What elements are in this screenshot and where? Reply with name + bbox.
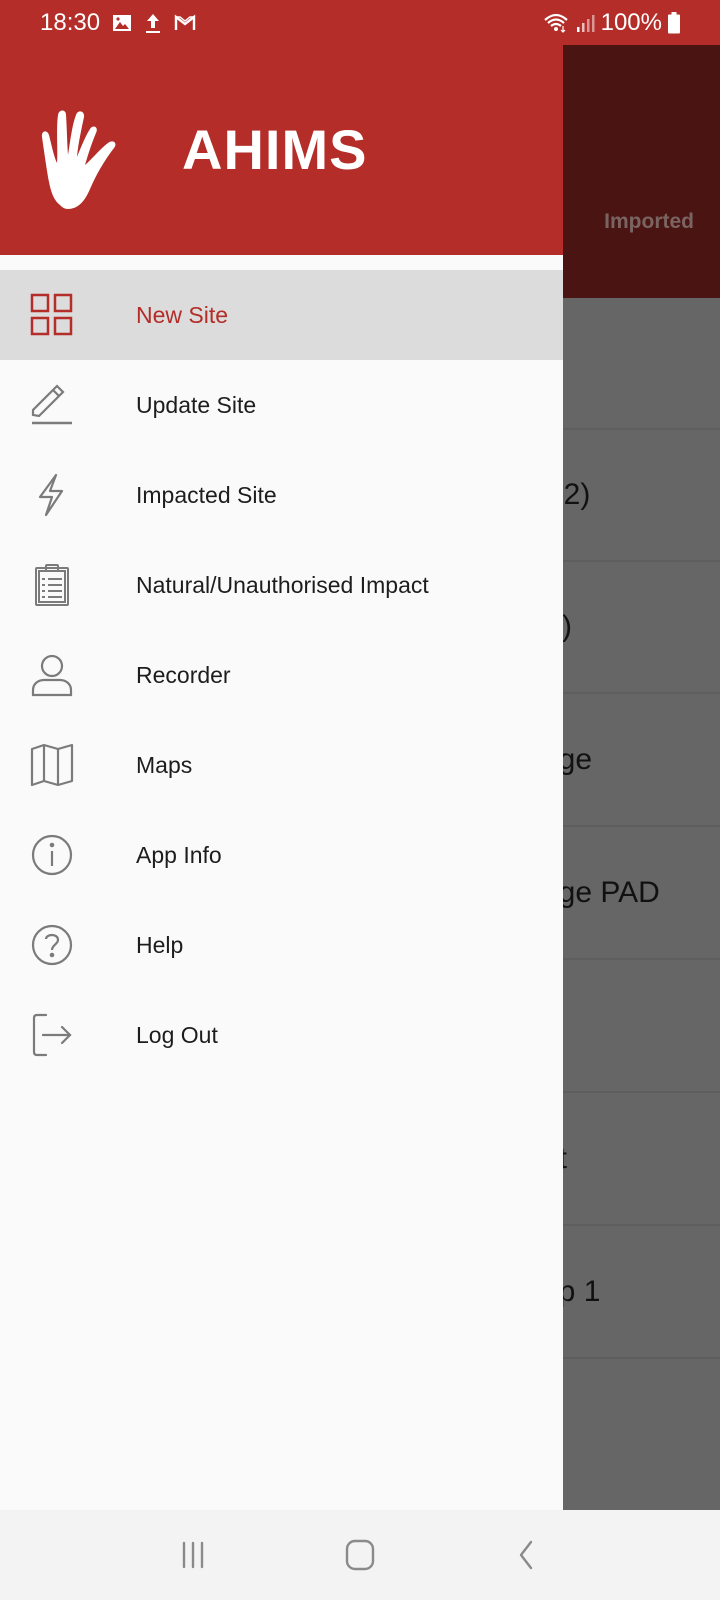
- menu-item-label: App Info: [136, 841, 222, 868]
- logout-icon: [28, 1011, 76, 1059]
- lightning-icon: [28, 471, 76, 519]
- menu-item-update-site[interactable]: Update Site: [0, 360, 563, 450]
- status-right: 100%: [543, 9, 680, 37]
- clipboard-icon: [28, 561, 76, 609]
- menu-item-recorder[interactable]: Recorder: [0, 630, 563, 720]
- menu-item-app-info[interactable]: App Info: [0, 810, 563, 900]
- drawer-menu: New Site Update Site Impacted Site Natur…: [0, 270, 563, 1080]
- image-icon: [112, 13, 132, 33]
- menu-item-label: Recorder: [136, 661, 231, 688]
- back-icon: [519, 1540, 532, 1570]
- status-bar: 18:30 100%: [0, 0, 720, 45]
- upload-icon: [144, 12, 162, 34]
- signal-icon: [575, 13, 595, 33]
- menu-item-label: Log Out: [136, 1021, 218, 1048]
- wifi-icon: [543, 12, 569, 34]
- menu-item-help[interactable]: Help: [0, 900, 563, 990]
- back-button[interactable]: [497, 1525, 557, 1585]
- menu-item-natural-unauthorised-impact[interactable]: Natural/Unauthorised Impact: [0, 540, 563, 630]
- menu-item-label: Impacted Site: [136, 481, 277, 508]
- home-icon: [345, 1539, 375, 1571]
- gmail-icon: [174, 14, 196, 32]
- navigation-drawer: AHIMS New Site Update Site Impacted Site…: [0, 0, 563, 1510]
- drawer-header: AHIMS: [0, 45, 563, 255]
- menu-item-impacted-site[interactable]: Impacted Site: [0, 450, 563, 540]
- status-left: 18:30: [40, 9, 196, 37]
- home-button[interactable]: [330, 1525, 390, 1585]
- status-time: 18:30: [40, 8, 101, 36]
- tab-imported: Imported: [604, 210, 694, 233]
- recents-button[interactable]: [163, 1525, 223, 1585]
- app-title: AHIMS: [182, 118, 368, 181]
- menu-item-maps[interactable]: Maps: [0, 720, 563, 810]
- menu-item-label: Natural/Unauthorised Impact: [136, 571, 429, 598]
- system-navigation-bar: [0, 1510, 720, 1600]
- battery-icon: [668, 11, 680, 34]
- grid-icon: [28, 291, 76, 339]
- pencil-icon: [28, 381, 76, 429]
- recents-icon: [183, 1541, 204, 1569]
- menu-item-label: Help: [136, 931, 184, 958]
- menu-item-label: New Site: [136, 301, 229, 328]
- menu-item-new-site[interactable]: New Site: [0, 270, 563, 360]
- menu-item-label: Maps: [136, 751, 193, 778]
- hand-icon: [38, 107, 134, 222]
- menu-item-label: Update Site: [136, 391, 257, 418]
- person-icon: [28, 651, 76, 699]
- menu-item-log-out[interactable]: Log Out: [0, 990, 563, 1080]
- help-icon: [28, 921, 76, 969]
- screen: 18:30 100% Imported D2) nge nge PAD np 1…: [0, 0, 720, 1600]
- info-icon: [28, 831, 76, 879]
- map-icon: [28, 741, 76, 789]
- battery-percent: 100%: [600, 8, 662, 36]
